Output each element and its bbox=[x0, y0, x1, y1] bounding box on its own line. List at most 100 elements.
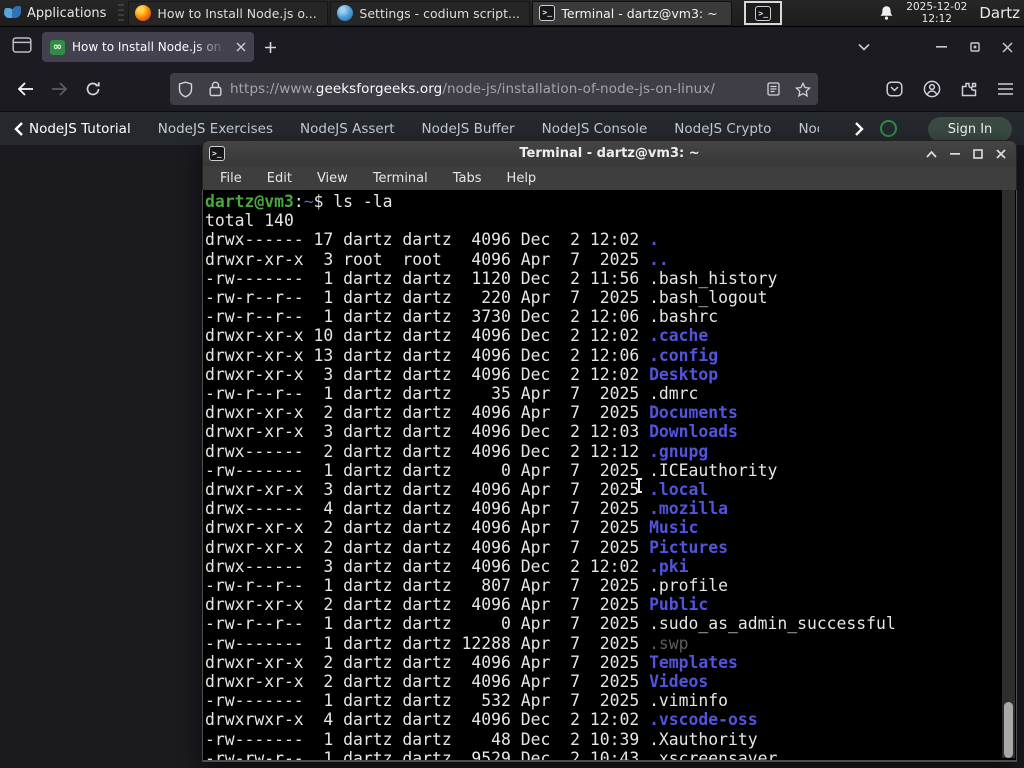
menu-hamburger-icon[interactable] bbox=[987, 66, 1024, 112]
shade-window-button[interactable] bbox=[920, 141, 943, 167]
clock-date: 2025-12-02 bbox=[906, 1, 968, 13]
firefox-icon bbox=[135, 5, 152, 21]
nav-item-nodejs-dns[interactable]: NodeJS DNS bbox=[798, 121, 819, 137]
prompt-user-host: dartz@vm3 bbox=[205, 192, 294, 211]
ls-row-meta: -rw------- 1 dartz dartz 0 Apr 7 2025 bbox=[205, 460, 650, 480]
ls-row: drwxr-xr-x 13 dartz dartz 4096 Dec 2 12:… bbox=[205, 346, 1002, 365]
ls-row: drwxr-xr-x 2 dartz dartz 4096 Apr 7 2025… bbox=[205, 403, 1002, 422]
ls-row: -rw-r--r-- 1 dartz dartz 3730 Dec 2 12:0… bbox=[205, 307, 1002, 326]
new-tab-button[interactable] bbox=[264, 41, 277, 54]
window-minimize-button[interactable] bbox=[925, 28, 958, 66]
reader-view-icon[interactable] bbox=[758, 82, 788, 96]
close-window-button[interactable] bbox=[989, 141, 1012, 167]
file-name: .Xauthority bbox=[649, 729, 758, 749]
menu-edit[interactable]: Edit bbox=[267, 171, 292, 186]
ls-row: drwxr-xr-x 2 dartz dartz 4096 Apr 7 2025… bbox=[205, 538, 1002, 557]
url-text: https://www.geeksforgeeks.org/node-js/in… bbox=[230, 81, 758, 97]
window-button[interactable]: Terminal - dartz@vm3: ~ bbox=[532, 0, 733, 26]
tracking-shield-icon[interactable] bbox=[170, 80, 200, 98]
nav-scroll-left-chevron-icon[interactable] bbox=[0, 121, 29, 136]
nav-item-nodejs-buffer[interactable]: NodeJS Buffer bbox=[422, 121, 515, 137]
user-label: Dartz bbox=[979, 4, 1020, 22]
window-button[interactable]: Settings - codium script... bbox=[330, 0, 531, 26]
file-name: .dmrc bbox=[649, 384, 699, 404]
xfce-logo-icon bbox=[4, 5, 21, 21]
extensions-puzzle-icon[interactable] bbox=[950, 66, 987, 112]
menu-terminal[interactable]: Terminal bbox=[373, 171, 428, 186]
file-name: .viminfo bbox=[649, 691, 729, 711]
ls-row: -rw-r--r-- 1 dartz dartz 220 Apr 7 2025 … bbox=[205, 288, 1002, 307]
window-button-label: Terminal - dartz@vm3: ~ bbox=[561, 5, 718, 21]
applications-menu-button[interactable]: Applications bbox=[0, 0, 114, 26]
terminal-scrollbar-thumb[interactable] bbox=[1004, 702, 1013, 758]
notifications-bell-icon[interactable] bbox=[879, 5, 894, 21]
ls-row: drwxr-xr-x 2 dartz dartz 4096 Apr 7 2025… bbox=[205, 595, 1002, 614]
tabbar-controls bbox=[847, 28, 1024, 66]
sign-in-button[interactable]: Sign In bbox=[928, 117, 1012, 142]
window-restore-button[interactable] bbox=[958, 28, 991, 66]
clock[interactable]: 2025-12-02 12:12 bbox=[906, 1, 967, 25]
bookmark-star-icon[interactable] bbox=[788, 81, 818, 97]
terminal-scrollbar[interactable] bbox=[1002, 190, 1015, 758]
nav-item-nodejs-exercises[interactable]: NodeJS Exercises bbox=[158, 121, 273, 137]
ls-row-meta: -rw-r--r-- 1 dartz dartz 3730 Dec 2 12:0… bbox=[205, 307, 650, 327]
nav-item-nodejs-tutorial[interactable]: NodeJS Tutorial bbox=[29, 121, 131, 137]
account-icon[interactable] bbox=[913, 66, 950, 112]
terminal-body[interactable]: dartz@vm3:~$ ls -la total 140 drwx------… bbox=[202, 190, 1017, 762]
prompt-line: dartz@vm3:~$ ls -la bbox=[205, 192, 1002, 211]
file-name: .. bbox=[649, 249, 669, 269]
ls-row-meta: drwx------ 17 dartz dartz 4096 Dec 2 12:… bbox=[205, 230, 650, 250]
menu-file[interactable]: File bbox=[220, 171, 242, 186]
search-icon[interactable] bbox=[880, 120, 897, 137]
minimize-window-button[interactable] bbox=[943, 141, 966, 167]
window-button-label: Settings - codium script... bbox=[359, 5, 520, 21]
total-line: total 140 bbox=[205, 211, 294, 231]
applications-label: Applications bbox=[27, 5, 107, 21]
desktop: Applications How to Install Node.js o...… bbox=[0, 0, 1024, 768]
forward-button[interactable] bbox=[42, 73, 76, 105]
ls-row-meta: -rw-rw-r-- 1 dartz dartz 9529 Dec 2 10:4… bbox=[205, 748, 650, 762]
file-name: .config bbox=[649, 345, 719, 365]
file-name: .bash_history bbox=[649, 268, 778, 288]
nav-item-nodejs-crypto[interactable]: NodeJS Crypto bbox=[674, 121, 771, 137]
file-name: .gnupg bbox=[649, 441, 709, 461]
window-close-button[interactable] bbox=[991, 28, 1024, 66]
mouse-cursor-ibeam bbox=[636, 478, 642, 493]
ls-row: -rw------- 1 dartz dartz 0 Apr 7 2025 .I… bbox=[205, 461, 1002, 480]
file-name: .cache bbox=[649, 326, 709, 346]
ls-row: -rw-r--r-- 1 dartz dartz 0 Apr 7 2025 .s… bbox=[205, 614, 1002, 633]
tab-how-to-install-nodejs[interactable]: ∞ How to Install Node.js on... bbox=[42, 32, 254, 62]
ls-row-meta: -rw------- 1 dartz dartz 1120 Dec 2 11:5… bbox=[205, 268, 650, 288]
ls-row: drwxr-xr-x 2 dartz dartz 4096 Apr 7 2025… bbox=[205, 672, 1002, 691]
window-button[interactable]: How to Install Node.js o... bbox=[128, 0, 329, 26]
maximize-window-button[interactable] bbox=[966, 141, 989, 167]
back-button[interactable] bbox=[8, 73, 42, 105]
list-all-tabs-chevron-icon[interactable] bbox=[847, 28, 880, 66]
menu-view[interactable]: View bbox=[317, 171, 348, 186]
ls-row: drwxr-xr-x 3 root root 4096 Apr 7 2025 .… bbox=[205, 250, 1002, 269]
nav-item-nodejs-console[interactable]: NodeJS Console bbox=[542, 121, 648, 137]
firefox-view-icon[interactable] bbox=[12, 36, 32, 58]
tab-close-icon[interactable] bbox=[236, 42, 246, 52]
prompt-command: $ ls -la bbox=[313, 192, 393, 211]
nav-item-nodejs-assert[interactable]: NodeJS Assert bbox=[300, 121, 395, 137]
workspace-pager[interactable] bbox=[744, 1, 783, 25]
file-name: .vscode-oss bbox=[649, 710, 758, 730]
ls-row-meta: -rw------- 1 dartz dartz 12288 Apr 7 202… bbox=[205, 633, 650, 653]
ls-row-meta: -rw-r--r-- 1 dartz dartz 0 Apr 7 2025 bbox=[205, 614, 650, 634]
lock-icon[interactable] bbox=[200, 81, 230, 97]
file-name: .profile bbox=[649, 576, 729, 596]
reload-button[interactable] bbox=[76, 73, 110, 105]
terminal-titlebar[interactable]: Terminal - dartz@vm3: ~ bbox=[202, 140, 1017, 166]
url-bar[interactable]: https://www.geeksforgeeks.org/node-js/in… bbox=[170, 73, 818, 105]
menu-tabs[interactable]: Tabs bbox=[453, 171, 482, 186]
ls-row-meta: drwx------ 2 dartz dartz 4096 Dec 2 12:1… bbox=[205, 441, 650, 461]
geeksforgeeks-favicon: ∞ bbox=[50, 39, 65, 55]
url-scheme: https://www. bbox=[230, 81, 316, 97]
panel-separator bbox=[118, 4, 125, 22]
menu-help[interactable]: Help bbox=[507, 171, 537, 186]
ls-row: -rw------- 1 dartz dartz 12288 Apr 7 202… bbox=[205, 634, 1002, 653]
pocket-save-icon[interactable] bbox=[876, 66, 913, 112]
ls-row: drwxr-xr-x 2 dartz dartz 4096 Apr 7 2025… bbox=[205, 518, 1002, 537]
site-nav-items: NodeJS Tutorial NodeJS Exercises NodeJS As… bbox=[29, 121, 819, 137]
